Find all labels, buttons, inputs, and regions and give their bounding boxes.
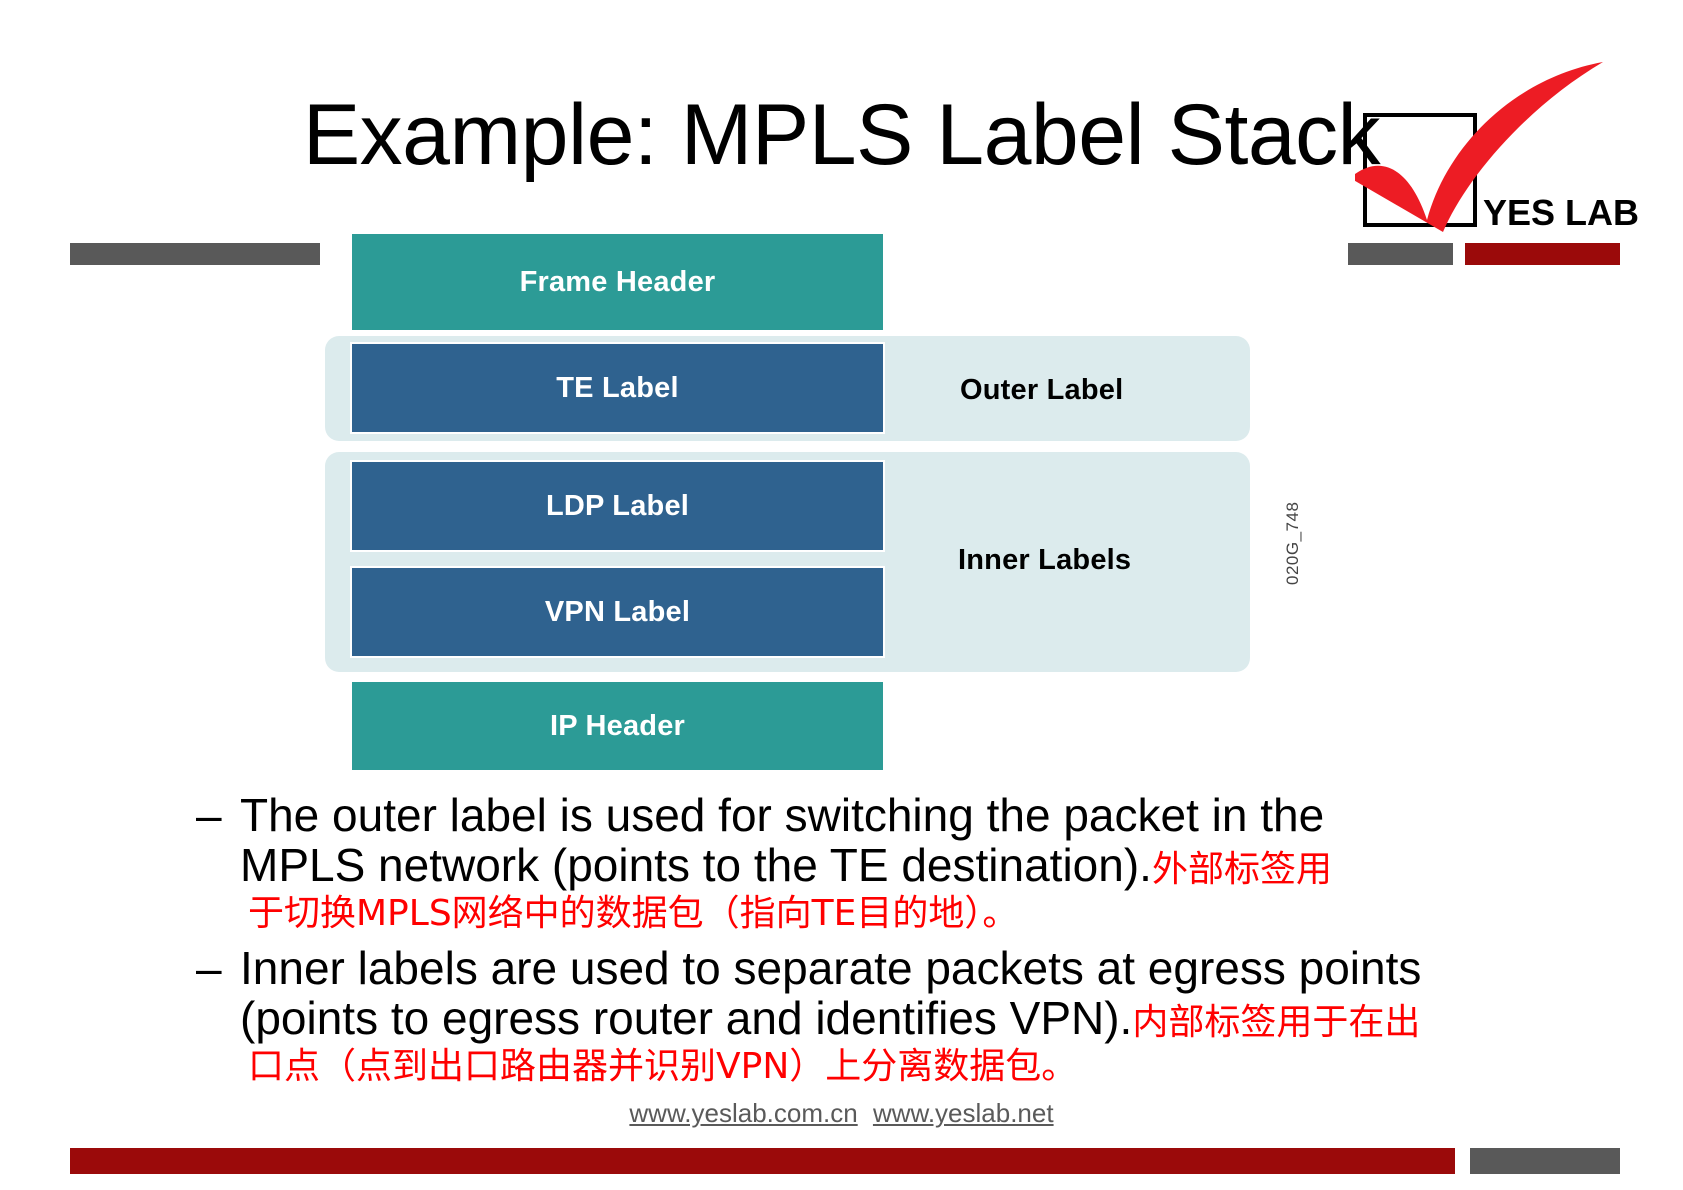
logo-text: YES LAB	[1483, 192, 1639, 233]
block-ip-header: IP Header	[350, 680, 885, 772]
block-ldp-label: LDP Label	[350, 460, 885, 552]
reference-code: 020G_748	[1283, 501, 1302, 585]
bullet-chinese-line: 于切换MPLS网络中的数据包（指向TE目的地）。	[248, 893, 1019, 934]
bullet-text: Inner labels are used to separate packet…	[240, 943, 1421, 1048]
mpls-label-stack-diagram: Frame Header TE Label LDP Label VPN Labe…	[325, 232, 1290, 772]
header-bar-right-red	[1465, 243, 1620, 265]
bullet-chinese-inline: 外部标签用	[1151, 849, 1332, 890]
footer-links: www.yeslab.com.cn www.yeslab.net	[0, 1098, 1683, 1129]
yes-lab-logo-svg: YES LAB	[1355, 62, 1639, 233]
bullet-line-1: Inner labels are used to separate packet…	[240, 942, 1422, 994]
block-vpn-label: VPN Label	[350, 566, 885, 658]
bullet-line-1: The outer label is used for switching th…	[240, 789, 1325, 841]
bullet-marker: –	[196, 789, 222, 841]
footer-bar-grey	[1470, 1148, 1620, 1174]
bullet-chinese-inline: 内部标签用于在出	[1132, 1002, 1421, 1043]
body-content: – The outer label is used for switching …	[196, 790, 1536, 1096]
block-te-label: TE Label	[350, 342, 885, 434]
bullet-marker: –	[196, 942, 222, 994]
bullet-text: The outer label is used for switching th…	[240, 790, 1332, 895]
bullet-line-2: (points to egress router and identifies …	[240, 992, 1133, 1044]
bullet-item-2: – Inner labels are used to separate pack…	[196, 943, 1536, 1090]
bullet-item-1: – The outer label is used for switching …	[196, 790, 1536, 937]
bullet-line-2: MPLS network (points to the TE destinati…	[240, 839, 1152, 891]
footer-bar-red	[70, 1148, 1455, 1174]
header-bar-right-grey	[1348, 243, 1453, 265]
yes-lab-logo: YES LAB	[1355, 60, 1665, 245]
footer-link-yeslab-com-cn[interactable]: www.yeslab.com.cn	[629, 1098, 857, 1128]
group-label-inner: Inner Labels	[958, 544, 1132, 576]
block-frame-header: Frame Header	[350, 232, 885, 332]
bullet-chinese-line: 口点（点到出口路由器并识别VPN）上分离数据包。	[248, 1046, 1078, 1087]
group-label-outer: Outer Label	[960, 374, 1124, 406]
slide: Example: MPLS Label Stack YES LAB Frame …	[0, 0, 1683, 1190]
footer-link-yeslab-net[interactable]: www.yeslab.net	[873, 1098, 1054, 1128]
header-bar-left-grey	[70, 243, 320, 265]
